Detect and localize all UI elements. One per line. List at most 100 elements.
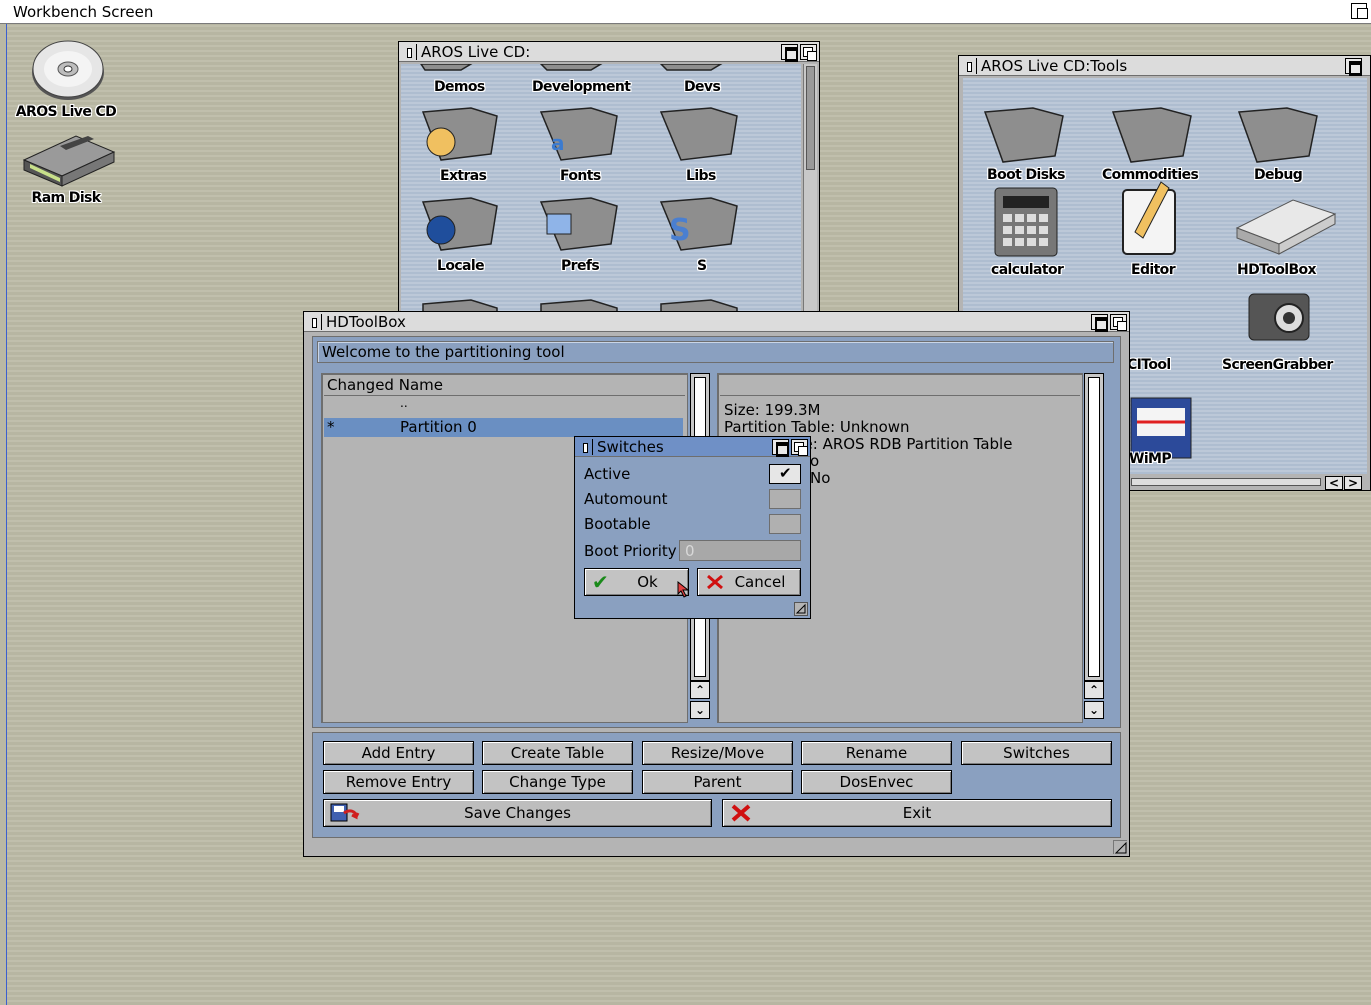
close-gadget-icon[interactable]: [403, 45, 415, 59]
icon-label-libs[interactable]: Libs: [686, 168, 716, 184]
icon-label-fonts[interactable]: Fonts: [560, 168, 601, 184]
close-gadget-icon[interactable]: [308, 315, 320, 329]
window-titlebar[interactable]: AROS Live CD:Tools: [959, 56, 1370, 76]
info-active: o: [810, 452, 820, 470]
icon-label-pcitool[interactable]: CITool: [1127, 357, 1171, 373]
desktop-icon-ram-disk[interactable]: Ram Disk: [10, 130, 122, 206]
svg-text:a: a: [551, 131, 565, 155]
info-scrollbar[interactable]: [1084, 373, 1104, 681]
switches-dialog[interactable]: Switches Active ✔ Automount Bootable Boo…: [574, 436, 811, 619]
remove-entry-button[interactable]: Remove Entry: [323, 770, 474, 794]
icon-label-boot-disks[interactable]: Boot Disks: [987, 167, 1065, 183]
checkmark-icon: ✔: [779, 464, 792, 482]
window-titlebar[interactable]: HDToolBox: [304, 312, 1129, 332]
parent-button[interactable]: Parent: [642, 770, 793, 794]
cancel-x-icon: [707, 574, 723, 590]
icon-label-demos[interactable]: Demos: [434, 79, 485, 95]
screen-depth-gadget[interactable]: [1351, 3, 1368, 19]
scroll-down-icon[interactable]: ⌄: [1084, 701, 1104, 719]
icon-label-commodities[interactable]: Commodities: [1102, 167, 1199, 183]
scrollbar-knob[interactable]: [806, 66, 815, 170]
dosenvec-button[interactable]: DosEnvec: [801, 770, 952, 794]
save-changes-button[interactable]: Save Changes: [323, 799, 712, 827]
window-titlebar[interactable]: Switches: [575, 437, 810, 457]
depth-gadget-icon[interactable]: [791, 439, 808, 456]
desktop-icon-label: AROS Live CD: [15, 104, 117, 120]
info-bootable: No: [810, 469, 831, 487]
zoom-gadget-icon[interactable]: [772, 439, 789, 457]
scroll-up-icon[interactable]: ⌃: [1084, 681, 1104, 699]
resize-move-button[interactable]: Resize/Move: [642, 741, 793, 765]
icon-label-wimp[interactable]: WiMP: [1129, 451, 1172, 467]
scroll-up-icon[interactable]: ⌃: [690, 681, 710, 699]
screen-title-bar: Workbench Screen: [0, 0, 1371, 24]
zoom-gadget-icon[interactable]: [1345, 58, 1362, 76]
window-title: HDToolBox: [326, 313, 406, 331]
window-title: AROS Live CD:Tools: [981, 57, 1128, 75]
scroll-down-icon[interactable]: ⌄: [690, 701, 710, 719]
list-header: Changed Name: [324, 376, 685, 396]
automount-label: Automount: [584, 490, 668, 508]
icon-label-extras[interactable]: Extras: [440, 168, 487, 184]
icon-label-locale[interactable]: Locale: [437, 258, 485, 274]
desktop-icon-aros-live-cd[interactable]: AROS Live CD: [10, 36, 122, 120]
zoom-gadget-icon[interactable]: [781, 44, 798, 62]
button-group: Add Entry Create Table Resize/Move Renam…: [312, 732, 1121, 838]
icon-label-devs[interactable]: Devs: [684, 79, 721, 95]
screen-title: Workbench Screen: [13, 3, 154, 21]
rename-button[interactable]: Rename: [801, 741, 952, 765]
svg-text:S: S: [669, 213, 691, 248]
icon-label-hdtoolbox[interactable]: HDToolBox: [1237, 262, 1317, 278]
save-changes-label: Save Changes: [464, 804, 571, 822]
exit-button[interactable]: Exit: [722, 799, 1112, 827]
bootable-checkbox[interactable]: [769, 514, 801, 534]
change-type-button[interactable]: Change Type: [482, 770, 633, 794]
icon-label-development[interactable]: Development: [532, 79, 631, 95]
close-gadget-icon[interactable]: [579, 440, 591, 454]
icon-label-calculator[interactable]: calculator: [991, 262, 1064, 278]
list-item[interactable]: ..: [324, 396, 683, 418]
close-gadget-icon[interactable]: [963, 59, 975, 73]
vertical-scrollbar[interactable]: [803, 64, 817, 330]
window-titlebar[interactable]: AROS Live CD:: [399, 42, 819, 62]
icon-label-prefs[interactable]: Prefs: [561, 258, 600, 274]
icon-label-editor[interactable]: Editor: [1131, 262, 1176, 278]
zoom-gadget-icon[interactable]: [1091, 314, 1108, 332]
scrollbar-knob[interactable]: [1088, 377, 1100, 677]
horizontal-scrollbar[interactable]: < >: [1131, 476, 1367, 490]
add-entry-button[interactable]: Add Entry: [323, 741, 474, 765]
depth-gadget-icon[interactable]: [1110, 314, 1127, 331]
boot-priority-input[interactable]: 0: [679, 540, 801, 561]
info-size: Size: 199.3M: [724, 401, 821, 419]
bootable-label: Bootable: [584, 515, 651, 533]
window-title: Switches: [597, 438, 664, 456]
resize-gadget-icon[interactable]: [794, 602, 808, 616]
list-item-selected[interactable]: * Partition 0: [324, 418, 683, 437]
save-disk-icon: [330, 803, 360, 822]
drawer-icons-graphic: a S: [419, 63, 738, 331]
scroll-right-icon[interactable]: >: [1344, 476, 1362, 490]
info-partition-type: be: AROS RDB Partition Table: [794, 435, 1013, 453]
ok-button[interactable]: ✔ Ok: [584, 568, 689, 596]
cancel-button[interactable]: Cancel: [697, 568, 801, 596]
desktop-icon-label: Ram Disk: [31, 190, 102, 206]
active-checkbox[interactable]: ✔: [769, 464, 801, 484]
window-aros-live-cd[interactable]: AROS Live CD: a S Demos Development Devs…: [398, 41, 820, 331]
automount-checkbox[interactable]: [769, 489, 801, 509]
info-partition-table: Partition Table: Unknown: [724, 418, 910, 436]
create-table-button[interactable]: Create Table: [482, 741, 633, 765]
icon-label-screengrabber[interactable]: ScreenGrabber: [1222, 357, 1333, 373]
drawer-contents: a S: [401, 63, 801, 331]
depth-gadget-icon[interactable]: [800, 44, 817, 61]
switches-button[interactable]: Switches: [961, 741, 1112, 765]
resize-gadget-icon[interactable]: [1113, 840, 1127, 854]
mouse-pointer-icon: [677, 580, 690, 598]
checkmark-icon: ✔: [592, 570, 609, 594]
status-bar: Welcome to the partitioning tool: [317, 341, 1114, 363]
scroll-left-icon[interactable]: <: [1325, 476, 1343, 490]
icon-label-s[interactable]: S: [697, 258, 707, 274]
status-text: Welcome to the partitioning tool: [322, 343, 565, 361]
active-label: Active: [584, 465, 631, 483]
window-title: AROS Live CD:: [421, 43, 531, 61]
icon-label-debug[interactable]: Debug: [1254, 167, 1303, 183]
